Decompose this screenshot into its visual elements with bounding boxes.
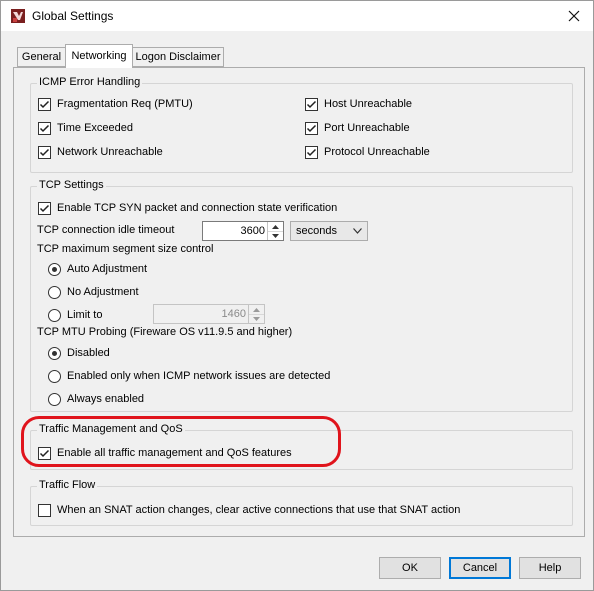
traffic-flow-legend: Traffic Flow: [37, 479, 98, 491]
protocol-unreachable-checkbox[interactable]: Protocol Unreachable: [305, 144, 430, 160]
host-unreachable-checkbox[interactable]: Host Unreachable: [305, 96, 412, 112]
ok-button[interactable]: OK: [379, 557, 441, 579]
checkbox-box: [305, 145, 318, 159]
port-unreachable-checkbox[interactable]: Port Unreachable: [305, 120, 410, 136]
app-icon: [11, 9, 25, 23]
radio-label: Always enabled: [67, 393, 145, 405]
checkbox-box: [38, 121, 51, 135]
radio-label: No Adjustment: [67, 286, 139, 298]
icmp-legend: ICMP Error Handling: [37, 76, 143, 88]
checkbox-box: [305, 97, 318, 111]
tcp-syn-checkbox[interactable]: Enable TCP SYN packet and connection sta…: [38, 200, 337, 216]
networking-panel: ICMP Error Handling Fragmentation Req (P…: [13, 67, 585, 537]
checkbox-box: [305, 121, 318, 135]
idle-timeout-spinner[interactable]: 3600: [202, 221, 284, 241]
window-title: Global Settings: [32, 9, 114, 23]
idle-timeout-label: TCP connection idle timeout: [37, 224, 175, 236]
mss-limit-radio[interactable]: Limit to: [48, 307, 102, 323]
radio-label: Limit to: [67, 309, 103, 321]
tab-logon-disclaimer[interactable]: Logon Disclaimer: [132, 47, 224, 67]
arrow-down-icon: [272, 233, 279, 238]
tab-networking[interactable]: Networking: [65, 44, 133, 68]
radio-button: [48, 392, 61, 406]
mtu-icmp-radio[interactable]: Enabled only when ICMP network issues ar…: [48, 368, 330, 384]
checkbox-label: When an SNAT action changes, clear activ…: [57, 504, 461, 516]
tab-general[interactable]: General: [17, 47, 66, 67]
cancel-button[interactable]: Cancel: [449, 557, 511, 579]
qos-legend: Traffic Management and QoS: [37, 423, 185, 435]
network-unreachable-checkbox[interactable]: Network Unreachable: [38, 144, 163, 160]
checkbox-box: [38, 145, 51, 159]
checkbox-label: Network Unreachable: [57, 146, 163, 158]
checkbox-label: Fragmentation Req (PMTU): [57, 98, 193, 110]
mtu-probing-label: TCP MTU Probing (Fireware OS v11.9.5 and…: [37, 326, 293, 338]
spinner-arrows: [267, 222, 283, 240]
radio-label: Disabled: [67, 347, 110, 359]
radio-label: Auto Adjustment: [67, 263, 148, 275]
chevron-down-icon: [353, 228, 362, 234]
mss-limit-spinner: 1460: [153, 304, 265, 324]
global-settings-window: Global Settings General Networking Logon…: [0, 0, 594, 591]
mss-auto-radio[interactable]: Auto Adjustment: [48, 261, 147, 277]
checkbox-box: [38, 201, 51, 215]
radio-button: [48, 346, 61, 360]
decrement-button: [249, 314, 264, 323]
checkbox-box: [38, 503, 51, 517]
close-button[interactable]: [555, 1, 593, 31]
checkbox-box: [38, 446, 51, 460]
mss-label: TCP maximum segment size control: [37, 243, 214, 255]
mtu-disabled-radio[interactable]: Disabled: [48, 345, 110, 361]
time-exceeded-checkbox[interactable]: Time Exceeded: [38, 120, 133, 136]
checkbox-label: Enable TCP SYN packet and connection sta…: [57, 202, 338, 214]
mss-limit-value: 1460: [221, 308, 246, 320]
radio-button: [48, 369, 61, 383]
checkbox-label: Enable all traffic management and QoS fe…: [57, 447, 292, 459]
mss-none-radio[interactable]: No Adjustment: [48, 284, 139, 300]
title-bar: Global Settings: [1, 1, 593, 31]
arrow-down-icon: [253, 316, 260, 321]
radio-button: [48, 308, 61, 322]
help-button[interactable]: Help: [519, 557, 581, 579]
qos-checkbox[interactable]: Enable all traffic management and QoS fe…: [38, 445, 292, 461]
mtu-always-radio[interactable]: Always enabled: [48, 391, 144, 407]
arrow-up-icon: [272, 224, 279, 229]
radio-button: [48, 285, 61, 299]
close-icon: [568, 10, 580, 22]
idle-timeout-value: 3600: [240, 225, 265, 237]
radio-label: Enabled only when ICMP network issues ar…: [67, 370, 331, 382]
tcp-settings-legend: TCP Settings: [37, 179, 106, 191]
radio-button: [48, 262, 61, 276]
arrow-up-icon: [253, 307, 260, 312]
idle-timeout-unit-select[interactable]: seconds: [290, 221, 368, 241]
checkbox-label: Port Unreachable: [324, 122, 410, 134]
checkbox-box: [38, 97, 51, 111]
idle-timeout-unit: seconds: [296, 225, 337, 237]
checkbox-label: Time Exceeded: [57, 122, 134, 134]
spinner-arrows: [248, 305, 264, 323]
checkbox-label: Host Unreachable: [324, 98, 413, 110]
fragmentation-req-checkbox[interactable]: Fragmentation Req (PMTU): [38, 96, 193, 112]
snat-checkbox[interactable]: When an SNAT action changes, clear activ…: [38, 502, 460, 518]
checkbox-label: Protocol Unreachable: [324, 146, 430, 158]
decrement-button[interactable]: [268, 231, 283, 240]
